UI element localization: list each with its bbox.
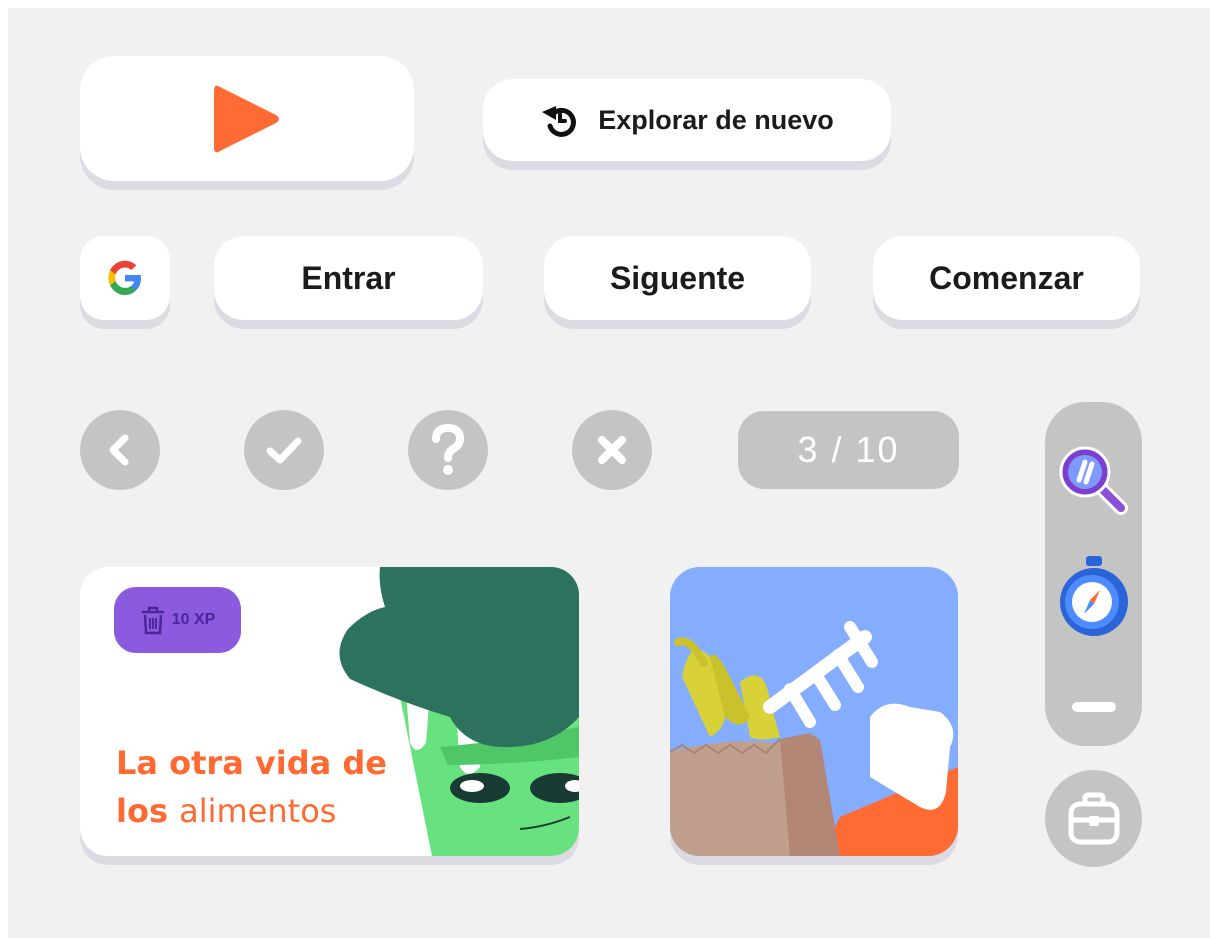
ui-canvas: Explorar de nuevo Entrar Siguente Comenz… bbox=[8, 8, 1210, 938]
comenzar-button[interactable]: Comenzar bbox=[873, 236, 1140, 320]
xp-badge-label: 10 XP bbox=[171, 611, 216, 628]
refresh-icon bbox=[542, 106, 577, 137]
tool-sidebar bbox=[1045, 402, 1142, 746]
check-button[interactable] bbox=[244, 410, 324, 490]
compass-icon bbox=[1059, 556, 1128, 636]
card-title-line1: La otra vida de bbox=[116, 744, 387, 782]
kit-button[interactable] bbox=[1045, 770, 1142, 867]
food-thumbnail[interactable] bbox=[670, 567, 958, 856]
close-icon bbox=[598, 436, 626, 464]
check-icon bbox=[266, 437, 302, 464]
trash-icon bbox=[141, 606, 164, 635]
siguiente-label: Siguente bbox=[609, 259, 746, 296]
minimize-bar[interactable] bbox=[1071, 702, 1116, 712]
entrar-button[interactable]: Entrar bbox=[214, 236, 483, 320]
card-title-los: los bbox=[116, 792, 168, 830]
play-button[interactable] bbox=[80, 56, 414, 181]
siguiente-button[interactable]: Siguente bbox=[544, 236, 811, 320]
explore-again-button[interactable]: Explorar de nuevo bbox=[483, 79, 891, 161]
card-title-alimentos: alimentos bbox=[179, 792, 337, 830]
back-button[interactable] bbox=[80, 410, 160, 490]
play-icon bbox=[214, 85, 279, 152]
entrar-label: Entrar bbox=[301, 259, 396, 296]
progress-counter-text: 3 / 10 bbox=[797, 429, 900, 470]
close-button[interactable] bbox=[572, 410, 652, 490]
kit-icon bbox=[1068, 792, 1119, 844]
question-icon bbox=[432, 424, 465, 475]
lesson-card[interactable]: 10 XP La otra vida de los alimentos bbox=[80, 567, 579, 856]
xp-badge: 10 XP bbox=[114, 587, 241, 653]
google-icon bbox=[108, 260, 141, 295]
food-illustration bbox=[670, 567, 958, 856]
card-title: La otra vida de los alimentos bbox=[116, 739, 416, 835]
google-login-button[interactable] bbox=[80, 236, 170, 320]
explore-again-label: Explorar de nuevo bbox=[598, 104, 834, 135]
magnifier-tool[interactable] bbox=[1055, 442, 1133, 520]
help-button[interactable] bbox=[408, 410, 488, 490]
magnifier-icon bbox=[1059, 446, 1128, 515]
progress-counter: 3 / 10 bbox=[738, 411, 959, 489]
chevron-left-icon bbox=[109, 434, 129, 466]
compass-tool[interactable] bbox=[1056, 552, 1132, 638]
comenzar-label: Comenzar bbox=[929, 259, 1084, 296]
